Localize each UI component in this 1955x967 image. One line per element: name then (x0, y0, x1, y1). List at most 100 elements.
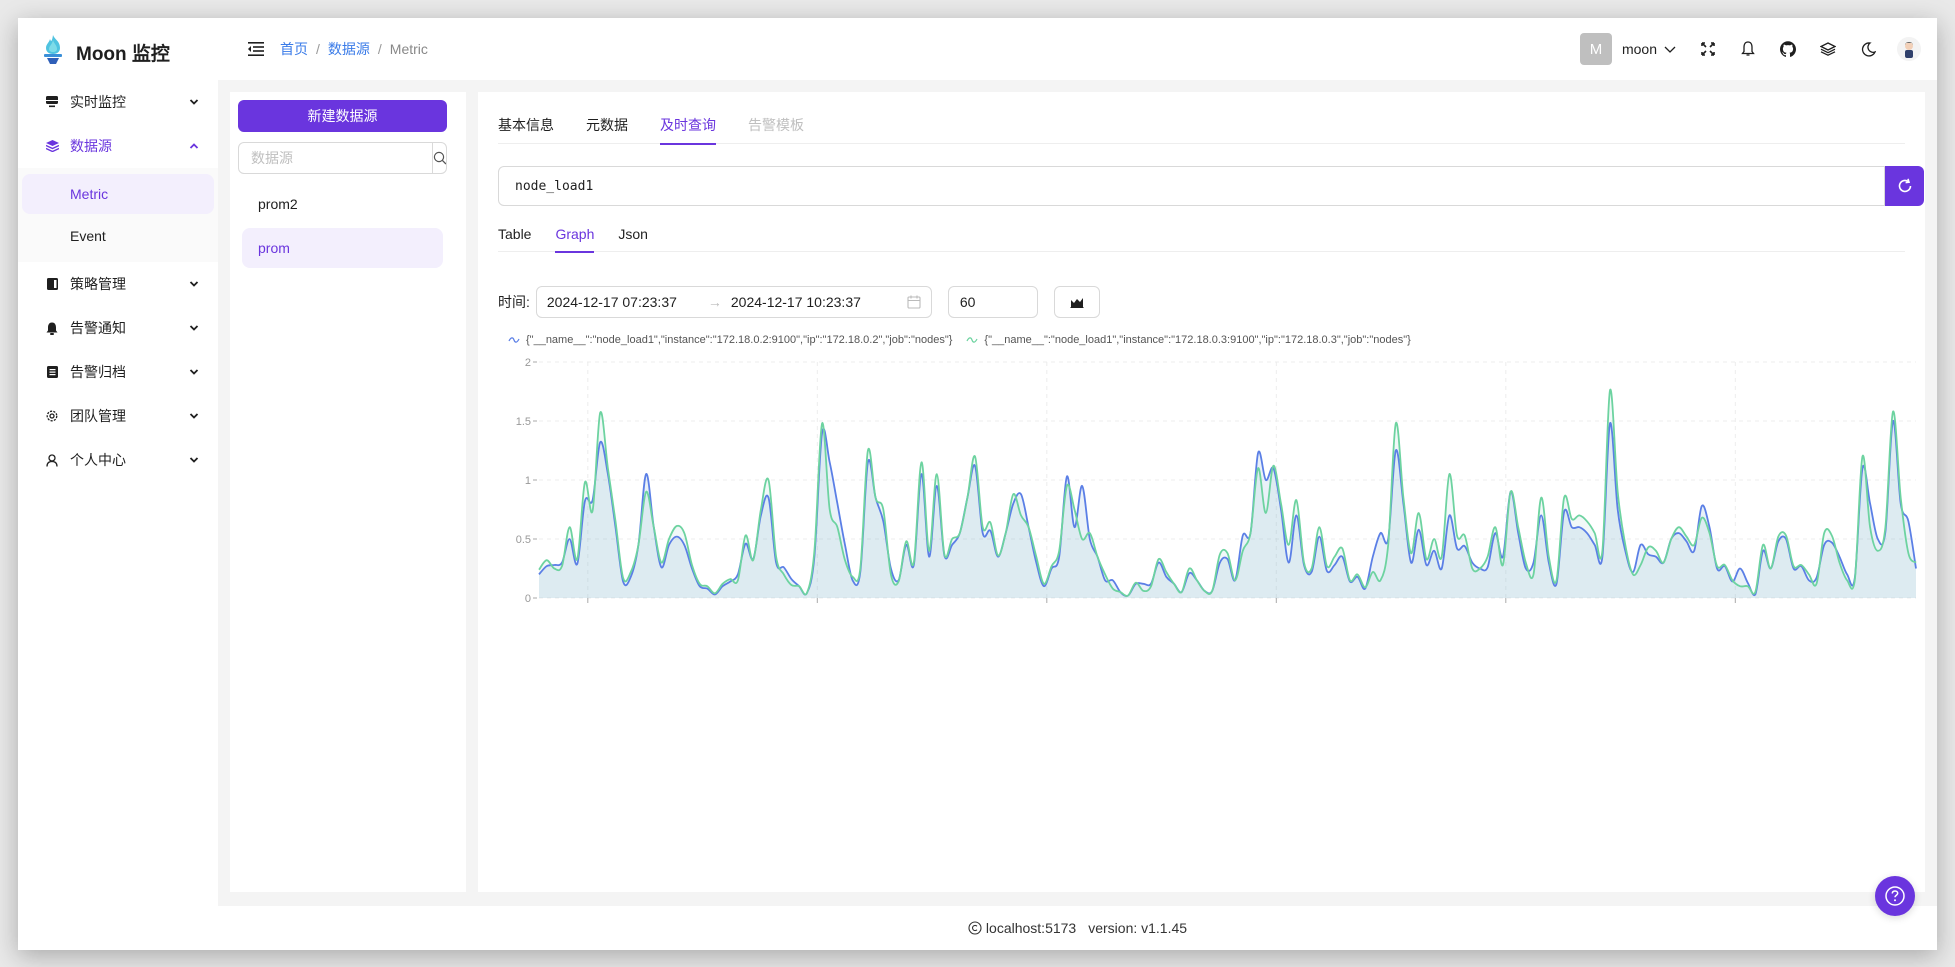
footer: localhost:5173 version: v1.1.45 (218, 906, 1937, 950)
sidebar-item-label: 团队管理 (70, 408, 126, 424)
question-icon (1885, 886, 1905, 906)
sidebar-item-strategy[interactable]: 策略管理 (18, 262, 218, 306)
user-avatar-initial[interactable]: M (1579, 33, 1612, 65)
chart-type-button[interactable] (1053, 286, 1100, 318)
app-window: Moon 监控 实时监控 数据源 Metric Event 策略管理 告警通知 … (18, 18, 1937, 950)
promql-query-input[interactable] (498, 166, 1885, 206)
detail-tabs: 基本信息 元数据 及时查询 告警模板 (498, 106, 1905, 145)
help-button[interactable] (1875, 876, 1915, 916)
notification-bell-icon[interactable] (1739, 40, 1757, 58)
chevron-down-icon (188, 96, 200, 108)
refresh-icon (1898, 178, 1911, 193)
time-range-end[interactable]: 2024-12-17 10:23:37 (731, 294, 889, 310)
sidebar-item-team[interactable]: 团队管理 (18, 394, 218, 438)
tab-instant-query[interactable]: 及时查询 (660, 106, 716, 145)
app-title: Moon 监控 (76, 43, 170, 65)
github-icon[interactable] (1779, 40, 1797, 58)
run-query-button[interactable] (1885, 166, 1924, 206)
legend-label: {"__name__":"node_load1","instance":"172… (984, 334, 1411, 346)
datasource-submenu: Metric Event (18, 168, 218, 262)
monitor-icon (44, 94, 60, 110)
chevron-down-icon (188, 410, 200, 422)
datasource-item-prom[interactable]: prom (242, 228, 443, 268)
y-tick-label: 0 (525, 593, 531, 605)
breadcrumb-separator: / (377, 41, 382, 57)
breadcrumb-separator: / (316, 41, 320, 57)
sidebar-item-realtime-monitor[interactable]: 实时监控 (18, 80, 218, 124)
search-icon (433, 151, 446, 165)
top-header: 首页 / 数据源 / Metric M moon (218, 18, 1937, 80)
footer-host-text: localhost:5173 (985, 920, 1077, 936)
area-chart-icon (1070, 298, 1084, 308)
sidebar-item-label: 个人中心 (70, 452, 126, 468)
time-label: 时间: (498, 294, 530, 310)
legend-line-icon (966, 336, 978, 344)
sidebar-item-label: 告警归档 (70, 364, 126, 380)
sidebar-subitem-metric[interactable]: Metric (22, 174, 214, 214)
step-input[interactable] (947, 286, 1038, 318)
sidebar-menu: 实时监控 数据源 Metric Event 策略管理 告警通知 告警归档 团队管… (18, 80, 218, 482)
sidebar-item-alert-archive[interactable]: 告警归档 (18, 350, 218, 394)
strategy-book-icon (44, 276, 60, 292)
sidebar-subitem-event[interactable]: Event (22, 216, 214, 256)
chevron-down-icon[interactable] (1663, 42, 1677, 56)
user-name[interactable]: moon (1622, 41, 1657, 57)
chevron-down-icon (188, 322, 200, 334)
moon-logo-icon (42, 34, 64, 71)
datasource-search (238, 142, 447, 174)
time-controls: 时间: 2024-12-17 07:23:37 → 2024-12-17 10:… (498, 286, 1100, 318)
tab-json[interactable]: Json (618, 216, 648, 252)
time-range-start[interactable]: 2024-12-17 07:23:37 (547, 294, 705, 310)
legend-line-icon (508, 336, 520, 344)
search-button[interactable] (432, 143, 446, 173)
sidebar-item-datasource[interactable]: 数据源 (18, 124, 218, 168)
tab-metadata[interactable]: 元数据 (586, 106, 628, 144)
gear-icon (44, 408, 60, 424)
archive-icon (44, 364, 60, 380)
datasource-item-prom2[interactable]: prom2 (242, 184, 443, 224)
datasource-search-input[interactable] (239, 143, 432, 173)
fullscreen-icon[interactable] (1699, 40, 1717, 58)
copyright-icon (968, 921, 982, 935)
y-tick-label: 1.5 (516, 416, 531, 428)
sidebar: Moon 监控 实时监控 数据源 Metric Event 策略管理 告警通知 … (18, 18, 218, 950)
datasource-list: prom2 prom (242, 184, 443, 272)
menu-collapse-button[interactable] (246, 39, 266, 59)
main-panel: 基本信息 元数据 及时查询 告警模板 Table Graph Json 时间: … (478, 92, 1925, 892)
legend-item-series-1[interactable]: {"__name__":"node_load1","instance":"172… (508, 334, 952, 346)
query-row (498, 166, 1924, 206)
sidebar-item-label: 数据源 (70, 138, 112, 154)
tab-basic-info[interactable]: 基本信息 (498, 106, 554, 144)
sidebar-item-label: 告警通知 (70, 320, 126, 336)
bell-icon (44, 320, 60, 336)
user-avatar[interactable] (1897, 37, 1921, 61)
sidebar-item-alert-notify[interactable]: 告警通知 (18, 306, 218, 350)
chevron-down-icon (188, 278, 200, 290)
tab-table[interactable]: Table (498, 216, 531, 252)
moon-theme-icon[interactable] (1859, 40, 1877, 58)
sidebar-item-label: 策略管理 (70, 276, 126, 292)
tab-graph[interactable]: Graph (555, 216, 594, 253)
breadcrumb-home[interactable]: 首页 (280, 39, 308, 59)
y-tick-label: 1 (525, 475, 531, 487)
chart-legend: {"__name__":"node_load1","instance":"172… (508, 332, 1425, 348)
sidebar-item-profile[interactable]: 个人中心 (18, 438, 218, 482)
breadcrumb-current: Metric (389, 41, 428, 57)
new-datasource-button[interactable]: 新建数据源 (238, 100, 447, 132)
menu-fold-icon (248, 42, 264, 56)
layers-icon[interactable] (1819, 40, 1837, 58)
chevron-down-icon (188, 366, 200, 378)
y-tick-label: 0.5 (516, 534, 531, 546)
database-layers-icon (44, 138, 60, 154)
calendar-icon (907, 295, 921, 309)
footer-version: version: v1.1.45 (1088, 920, 1188, 936)
datasource-panel: 新建数据源 prom2 prom (230, 92, 466, 892)
breadcrumb-datasource[interactable]: 数据源 (328, 39, 370, 59)
legend-item-series-2[interactable]: {"__name__":"node_load1","instance":"172… (966, 334, 1411, 346)
app-logo[interactable]: Moon 监控 (42, 32, 170, 72)
footer-host: localhost:5173 (968, 920, 1076, 936)
breadcrumb: 首页 / 数据源 / Metric (280, 39, 428, 59)
metric-area-chart[interactable]: 00.511.5207:3008 AM08:3009 AM09:3010 AM (478, 348, 1925, 608)
time-range-picker[interactable]: 2024-12-17 07:23:37 → 2024-12-17 10:23:3… (535, 286, 932, 318)
tab-alert-template: 告警模板 (748, 117, 804, 133)
